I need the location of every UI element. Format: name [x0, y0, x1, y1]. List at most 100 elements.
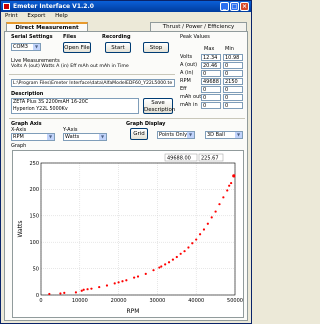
data-point	[167, 261, 171, 264]
divider	[9, 118, 245, 119]
peak-label: mAh in	[180, 102, 198, 108]
data-point	[202, 228, 206, 231]
x-axis-value: RPM	[13, 134, 24, 140]
data-point	[86, 288, 89, 291]
plot-area: 0 10000 20000 30000 40000 50000 0 50 100 150 200 25…	[29, 161, 243, 304]
peak-label: RPM	[180, 78, 191, 84]
data-point	[117, 281, 120, 284]
data-point	[214, 210, 217, 213]
rpm-watts-chart[interactable]: 49688.00 225.67 RPM Watts 0 10000 20000 300…	[13, 151, 243, 317]
menu-bar: Print Export Help	[1, 12, 251, 21]
graph-heading: Graph	[11, 143, 27, 149]
peak-label: Eff	[180, 86, 187, 92]
window-title: Emeter Interface V1.2.0	[13, 3, 94, 10]
serial-settings-heading: Serial Settings	[11, 34, 53, 40]
cursor-y-readout: 225.67	[201, 156, 219, 162]
chevron-down-icon: ▼	[33, 44, 40, 50]
x-axis-title: RPM	[127, 308, 140, 315]
description-textarea[interactable]: ZETA Plus 3S 2200mAH 16-20C Hyperion Y22…	[11, 98, 139, 114]
open-file-button[interactable]: Open File	[63, 42, 91, 53]
peak-min-value: 0	[223, 70, 243, 77]
com-port-value: COM3	[13, 44, 28, 50]
data-point	[164, 263, 167, 266]
cursor-x-readout: 49688.00	[167, 156, 191, 162]
display-mode-value: Points Only	[159, 132, 188, 138]
peak-min-value: 0	[223, 86, 243, 93]
y-tick-label: 200	[29, 187, 39, 193]
data-point	[230, 181, 233, 185]
data-point	[82, 288, 85, 291]
data-point	[136, 275, 140, 278]
data-point	[191, 242, 194, 245]
data-point	[228, 184, 231, 187]
y-axis-title: Watts	[17, 220, 24, 237]
peak-min-header: Min	[225, 46, 234, 52]
stop-button[interactable]: Stop	[143, 42, 169, 53]
peak-label: mAh out	[180, 94, 202, 100]
peak-max-value: 0	[201, 102, 221, 109]
y-tick-label: 150	[29, 214, 39, 220]
title-bar[interactable]: Emeter Interface V1.2.0 _ □ ×	[1, 1, 251, 12]
data-point	[125, 279, 128, 282]
peak-label: A (out)	[180, 62, 198, 68]
save-description-label-1: Save	[151, 100, 165, 106]
data-point	[195, 238, 198, 241]
data-point	[198, 233, 202, 236]
x-tick-label: 30000	[149, 298, 165, 304]
com-port-select[interactable]: COM3 ▼	[11, 43, 41, 51]
menu-print[interactable]: Print	[5, 13, 18, 19]
data-point	[158, 266, 161, 269]
data-point	[210, 216, 213, 219]
y-tick-label: 250	[29, 161, 39, 167]
x-tick-label: 50000	[227, 298, 243, 304]
grid-button[interactable]: Grid	[130, 128, 148, 140]
chevron-down-icon: ▼	[187, 132, 194, 138]
save-description-label-2: Description	[144, 107, 176, 113]
data-point	[121, 280, 124, 283]
tab-strip: Direct Measurement Thrust / Power / Effi…	[4, 22, 248, 31]
x-tick-label: 10000	[72, 298, 88, 304]
description-line-1: ZETA Plus 3S 2200mAH 16-20C	[13, 100, 89, 105]
tab-thrust-power-efficiency[interactable]: Thrust / Power / Efficiency	[150, 22, 247, 31]
data-point	[226, 189, 229, 192]
data-point	[74, 291, 78, 294]
close-button[interactable]: ×	[240, 2, 249, 11]
tab-direct-measurement[interactable]: Direct Measurement	[6, 22, 88, 31]
file-path-field[interactable]: L:\Program Files\Emeter Interface\data\A…	[11, 79, 175, 87]
y-tick-label: 50	[33, 266, 39, 272]
x-tick-label: 20000	[111, 298, 127, 304]
data-point	[183, 250, 186, 253]
peak-min-value: 10.98	[223, 54, 243, 61]
plot-frame	[40, 162, 236, 296]
menu-export[interactable]: Export	[27, 13, 45, 19]
data-point	[187, 246, 190, 249]
peak-min-value: 0	[223, 94, 243, 101]
peak-values-heading: Peak Values	[180, 34, 210, 40]
menu-help[interactable]: Help	[55, 13, 68, 19]
start-button[interactable]: Start	[105, 42, 131, 53]
minimize-button[interactable]: _	[220, 2, 229, 11]
peak-label: A (in)	[180, 70, 194, 76]
description-heading: Description	[11, 91, 44, 97]
chevron-down-icon: ▼	[235, 132, 242, 138]
data-point	[48, 292, 51, 296]
point-style-select[interactable]: 3D Ball ▼	[205, 131, 243, 139]
data-point	[144, 272, 147, 275]
peak-max-header: Max	[204, 46, 215, 52]
save-description-button[interactable]: Save Description	[143, 98, 176, 114]
y-axis-value: Watts	[65, 134, 80, 140]
chevron-down-icon: ▼	[99, 134, 106, 140]
data-point	[222, 196, 225, 199]
data-point	[160, 265, 163, 268]
data-point	[63, 291, 66, 294]
recording-heading: Recording	[102, 34, 131, 40]
data-point	[90, 287, 93, 290]
graph-panel: 49688.00 225.67 RPM Watts 0 10000 20000 300…	[12, 150, 244, 318]
data-point	[80, 289, 83, 292]
y-axis-select[interactable]: Watts ▼	[63, 133, 107, 141]
maximize-button[interactable]: □	[230, 2, 239, 11]
peak-max-value: 0	[201, 70, 221, 77]
peak-max-value: 0	[201, 86, 221, 93]
x-axis-select[interactable]: RPM ▼	[11, 133, 55, 141]
display-mode-select[interactable]: Points Only ▼	[157, 131, 195, 139]
